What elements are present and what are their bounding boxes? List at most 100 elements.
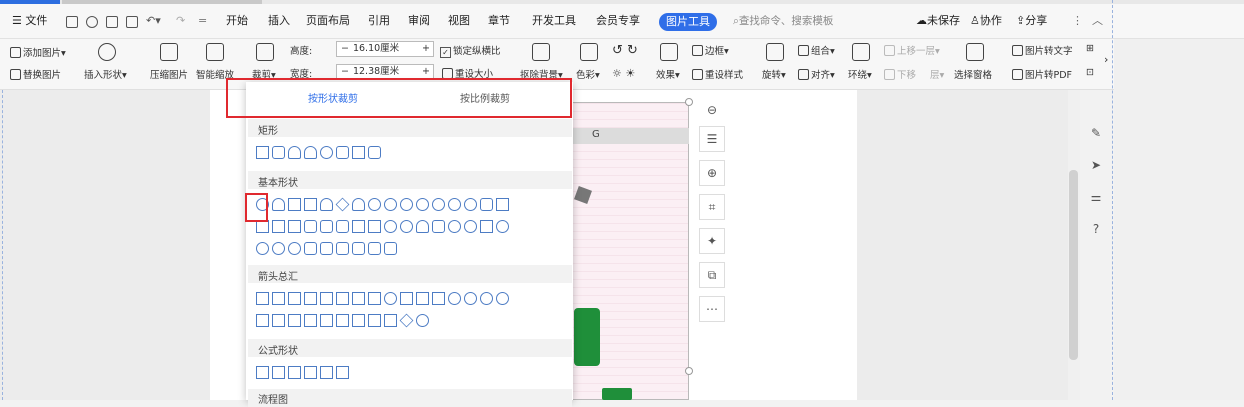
export-icon[interactable] xyxy=(86,16,98,28)
shape-rounded-rect[interactable] xyxy=(272,146,285,159)
shape-rect[interactable] xyxy=(256,146,269,159)
shape-donut[interactable] xyxy=(384,220,397,233)
more-icon[interactable]: ⋮ xyxy=(1072,4,1083,38)
shape-up-arrow[interactable] xyxy=(288,292,301,305)
layer-button[interactable]: 层▾ xyxy=(930,67,944,81)
height-stepper[interactable]: −16.10厘米 + xyxy=(336,41,434,57)
shape-chord[interactable] xyxy=(464,198,477,211)
preview-icon[interactable] xyxy=(126,16,138,28)
shape-left-arrow[interactable] xyxy=(272,292,285,305)
scrollbar-thumb[interactable] xyxy=(1069,170,1078,360)
settings-sliders-icon[interactable]: ⚌ xyxy=(1087,188,1105,206)
shape-quad-arrow[interactable] xyxy=(352,292,365,305)
shape-left-callout[interactable] xyxy=(336,314,349,327)
shape-snip2-rect[interactable] xyxy=(304,146,317,159)
pointer-icon[interactable]: ➤ xyxy=(1087,156,1105,174)
tab-picture-tools[interactable]: 图片工具 xyxy=(659,13,717,31)
shape-cloud[interactable] xyxy=(272,242,285,255)
rotate-left-icon[interactable]: ↺ ↻ xyxy=(612,43,638,58)
compress-button[interactable]: 压缩图片 xyxy=(150,67,188,81)
shape-minus[interactable] xyxy=(272,366,285,379)
shape-heptagon[interactable] xyxy=(384,198,397,211)
collapse-icon[interactable]: ⊖ xyxy=(699,98,725,124)
shape-folded-corner[interactable] xyxy=(432,220,445,233)
shape-round2-rect[interactable] xyxy=(336,146,349,159)
shape-triangle[interactable] xyxy=(272,198,285,211)
shape-l-shape[interactable] xyxy=(272,220,285,233)
tab-view[interactable]: 视图 xyxy=(448,4,470,38)
shape-divide[interactable] xyxy=(304,366,317,379)
shape-can[interactable] xyxy=(336,220,349,233)
collaborate-button[interactable]: ♙协作 xyxy=(970,4,1002,38)
tab-reference[interactable]: 引用 xyxy=(368,4,390,38)
shape-circular-arrow[interactable] xyxy=(416,314,429,327)
shape-left-brace[interactable] xyxy=(368,242,381,255)
shape-curved-left-arrow[interactable] xyxy=(464,292,477,305)
tab-insert[interactable]: 插入 xyxy=(268,4,290,38)
shape-cube[interactable] xyxy=(352,220,365,233)
shape-bracket-pair[interactable] xyxy=(304,242,317,255)
wrap-button[interactable]: 环绕▾ xyxy=(848,67,872,81)
resize-handle-top-right[interactable] xyxy=(685,98,693,106)
img-to-text-button[interactable]: 图片转文字 xyxy=(1012,43,1073,57)
border-button[interactable]: 边框▾ xyxy=(692,43,729,57)
shape-bent-arrow[interactable] xyxy=(384,292,397,305)
resize-handle-right[interactable] xyxy=(685,367,693,375)
help-icon[interactable]: ? xyxy=(1087,220,1105,238)
shape-round1-rect[interactable] xyxy=(320,146,333,159)
shape-parallelogram[interactable] xyxy=(304,198,317,211)
shape-up-down-arrow[interactable] xyxy=(336,292,349,305)
shape-lightning[interactable] xyxy=(480,220,493,233)
shape-frame-2[interactable] xyxy=(496,198,509,211)
scroll-right-icon[interactable]: › xyxy=(1104,53,1108,66)
shape-not-equal[interactable] xyxy=(336,366,349,379)
align-button[interactable]: 对齐▾ xyxy=(798,67,835,81)
width-minus[interactable]: − xyxy=(337,66,353,77)
tab-member[interactable]: 会员专享 xyxy=(596,4,640,38)
shape-left-right-arrow[interactable] xyxy=(320,292,333,305)
shape-dodecagon[interactable] xyxy=(432,198,445,211)
shape-bent-up-arrow[interactable] xyxy=(432,292,445,305)
brightness-icon[interactable]: ☼ ☀ xyxy=(612,67,635,80)
command-search[interactable]: ⌕查找命令、搜索模板 xyxy=(733,4,833,38)
layout-icon[interactable]: ☰ xyxy=(699,126,725,152)
selection-pane-button[interactable]: 选择窗格 xyxy=(954,67,992,81)
shape-u-turn-arrow[interactable] xyxy=(400,292,413,305)
shape-octagon[interactable] xyxy=(400,198,413,211)
shape-heart[interactable] xyxy=(464,220,477,233)
overflow-icon[interactable]: ⊞ xyxy=(1086,43,1094,54)
overflow-icon-2[interactable]: ⊡ xyxy=(1086,67,1094,78)
shape-chevron[interactable] xyxy=(304,314,317,327)
shape-brace-pair[interactable] xyxy=(320,242,333,255)
tab-layout[interactable]: 页面布局 xyxy=(306,4,350,38)
zoom-icon[interactable]: ⊕ xyxy=(699,160,725,186)
menu-file[interactable]: ☰ 文件 xyxy=(12,4,47,38)
insert-shape-button[interactable]: 插入形状▾ xyxy=(84,67,127,81)
height-plus[interactable]: + xyxy=(422,42,433,56)
print-icon[interactable] xyxy=(106,16,118,28)
tab-review[interactable]: 审阅 xyxy=(408,4,430,38)
shape-frame[interactable] xyxy=(352,146,365,159)
shape-cross[interactable] xyxy=(304,220,317,233)
pen-icon[interactable]: ✎ xyxy=(1087,124,1105,142)
shape-arc-2[interactable] xyxy=(288,242,301,255)
shape-lr-callout[interactable] xyxy=(384,314,397,327)
shape-left-right-up-arrow[interactable] xyxy=(368,292,381,305)
shape-moon[interactable] xyxy=(256,242,269,255)
shape-smiley[interactable] xyxy=(448,220,461,233)
shape-right-brace[interactable] xyxy=(384,242,397,255)
shape-arc[interactable] xyxy=(416,220,429,233)
shape-diagonal[interactable] xyxy=(288,220,301,233)
group-button[interactable]: 组合▾ xyxy=(798,43,835,57)
shape-right-arrow[interactable] xyxy=(256,292,269,305)
shape-pie[interactable] xyxy=(448,198,461,211)
tab-developer[interactable]: 开发工具 xyxy=(532,4,576,38)
shape-plaque[interactable] xyxy=(320,220,333,233)
shape-equal[interactable] xyxy=(320,366,333,379)
shape-bevel[interactable] xyxy=(368,220,381,233)
shape-snip-rect[interactable] xyxy=(288,146,301,159)
reset-style-button[interactable]: 重设样式 xyxy=(692,67,743,81)
more-qa-icon[interactable]: = xyxy=(198,4,207,38)
shape-striped-arrow[interactable] xyxy=(256,314,269,327)
shape-curved-up-arrow[interactable] xyxy=(480,292,493,305)
